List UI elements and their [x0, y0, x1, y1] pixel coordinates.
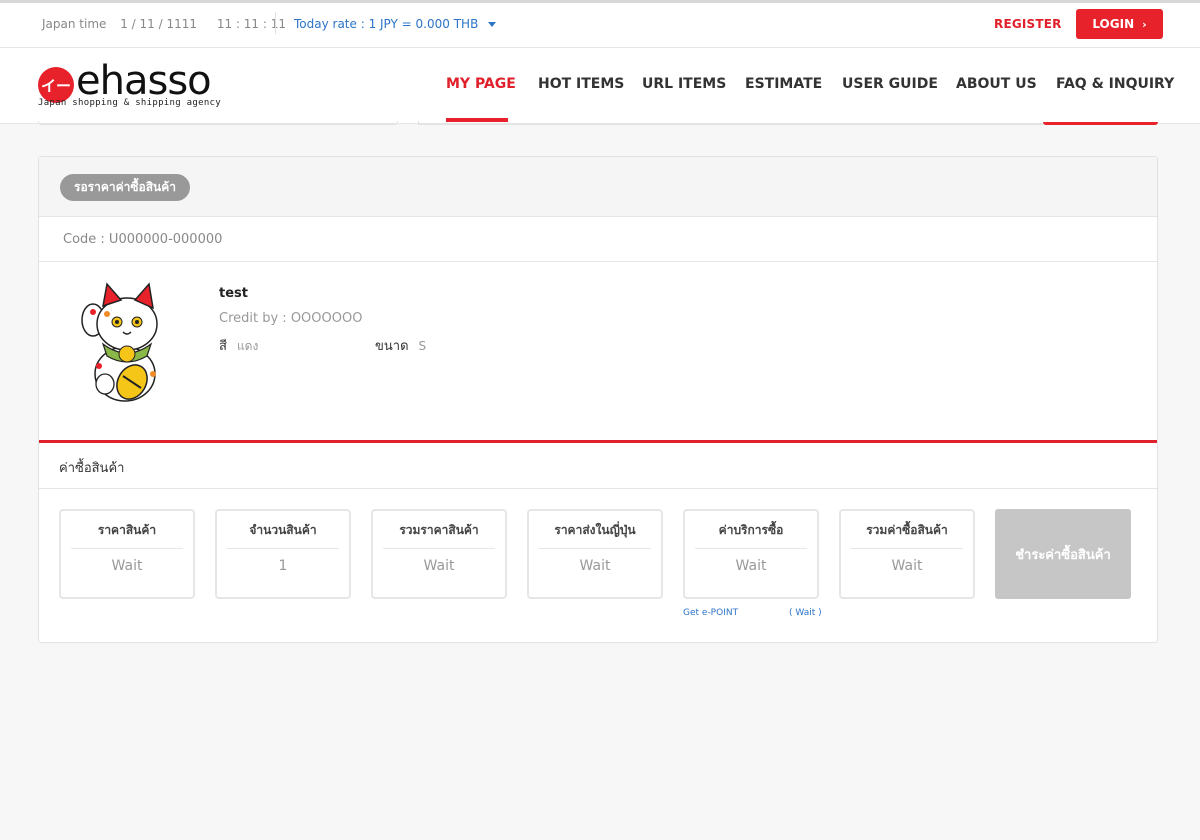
- nav-hot-items[interactable]: HOT ITEMS: [538, 76, 624, 92]
- cost-box-label: รวมราคาสินค้า: [383, 519, 495, 549]
- japan-time-label: Japan time: [42, 17, 107, 31]
- cost-box-label: ราคาส่งในญี่ปุ่น: [539, 519, 651, 549]
- product-row: test Credit by : OOOOOOO สี แดง ขนาด S: [39, 262, 1157, 443]
- cost-box-label: จำนวนสินค้า: [227, 519, 339, 549]
- status-badge: รอราคาค่าซื้อสินค้า: [60, 174, 191, 201]
- color-label: สี: [219, 339, 227, 354]
- caret-down-icon: [488, 22, 497, 27]
- order-code-row: Code : U000000-000000: [39, 217, 1157, 262]
- credit-value: OOOOOOO: [290, 311, 363, 326]
- register-link[interactable]: REGISTER: [994, 17, 1062, 31]
- epoint-label: Get e-POINT: [683, 608, 739, 618]
- rate-text: Today rate : 1 JPY = 0.000 THB: [294, 17, 479, 31]
- cost-box-service-fee: ค่าบริการซื้อ Wait: [683, 509, 819, 599]
- cost-box-label: ราคาสินค้า: [71, 519, 183, 549]
- main-header: イー ehasso Japan shopping & shipping agen…: [0, 48, 1200, 124]
- japan-time: Japan time 1 / 11 / 1111 11 : 11 : 11: [42, 17, 292, 31]
- logo-tagline: Japan shopping & shipping agency: [38, 98, 221, 108]
- cost-summary: ราคาสินค้า Wait จำนวนสินค้า 1 รวมราคาสิน…: [39, 489, 1157, 639]
- cost-box-value: Wait: [423, 558, 455, 574]
- login-label: LOGIN: [1092, 17, 1135, 31]
- nav-url-items[interactable]: URL ITEMS: [642, 76, 726, 92]
- cost-box-domestic-shipping: ราคาส่งในญี่ปุ่น Wait: [527, 509, 663, 599]
- epoint-value: ( Wait ): [789, 608, 822, 618]
- divider: [275, 12, 276, 34]
- top-bar: Japan time 1 / 11 / 1111 11 : 11 : 11 To…: [0, 0, 1200, 48]
- nav-user-guide[interactable]: USER GUIDE: [842, 76, 938, 92]
- cost-box-value: Wait: [579, 558, 611, 574]
- cost-box-total: รวมค่าซื้อสินค้า Wait: [839, 509, 975, 599]
- pay-button[interactable]: ชำระค่าซื้อสินค้า: [995, 509, 1131, 599]
- nav-about-us[interactable]: ABOUT US: [956, 76, 1037, 92]
- nav-faq-inquiry[interactable]: FAQ & INQUIRY: [1056, 76, 1174, 92]
- product-size: ขนาด S: [375, 335, 426, 356]
- product-color: สี แดง: [219, 335, 258, 356]
- maneki-neko-icon: [81, 282, 158, 402]
- chevron-right-icon: ›: [1142, 17, 1147, 31]
- underlay-edge-accent: [1043, 122, 1158, 125]
- cost-section-title: ค่าซื้อสินค้า: [59, 461, 125, 476]
- site-logo[interactable]: イー ehasso Japan shopping & shipping agen…: [38, 58, 238, 112]
- cost-box-value: 1: [278, 558, 288, 574]
- japan-date: 1 / 11 / 1111: [120, 17, 198, 31]
- credit-label: Credit by :: [219, 311, 291, 326]
- cost-box-item-price: ราคาสินค้า Wait: [59, 509, 195, 599]
- cost-box-value: Wait: [891, 558, 923, 574]
- cost-box-value: Wait: [111, 558, 143, 574]
- order-code: Code : U000000-000000: [63, 232, 223, 247]
- nav-estimate[interactable]: ESTIMATE: [745, 76, 822, 92]
- cost-box-label: รวมค่าซื้อสินค้า: [851, 519, 963, 549]
- underlay-edge: [38, 121, 398, 125]
- login-button[interactable]: LOGIN ›: [1076, 9, 1163, 39]
- cost-box-label: ค่าบริการซื้อ: [695, 519, 807, 549]
- order-card-header: รอราคาค่าซื้อสินค้า: [39, 157, 1157, 217]
- rate-dropdown[interactable]: Today rate : 1 JPY = 0.000 THB: [294, 17, 497, 31]
- cost-box-quantity: จำนวนสินค้า 1: [215, 509, 351, 599]
- nav-my-page[interactable]: MY PAGE: [446, 76, 516, 92]
- cost-section-header: ค่าซื้อสินค้า: [39, 443, 1157, 489]
- product-title[interactable]: test: [219, 286, 248, 301]
- color-value: แดง: [236, 339, 259, 353]
- underlay-edge: [418, 121, 1043, 125]
- product-credit: Credit by : OOOOOOO: [219, 311, 362, 326]
- cost-box-value: Wait: [735, 558, 767, 574]
- size-label: ขนาด: [375, 339, 409, 354]
- order-card: รอราคาค่าซื้อสินค้า Code : U000000-00000…: [38, 156, 1158, 643]
- cost-box-subtotal: รวมราคาสินค้า Wait: [371, 509, 507, 599]
- size-value: S: [418, 339, 427, 353]
